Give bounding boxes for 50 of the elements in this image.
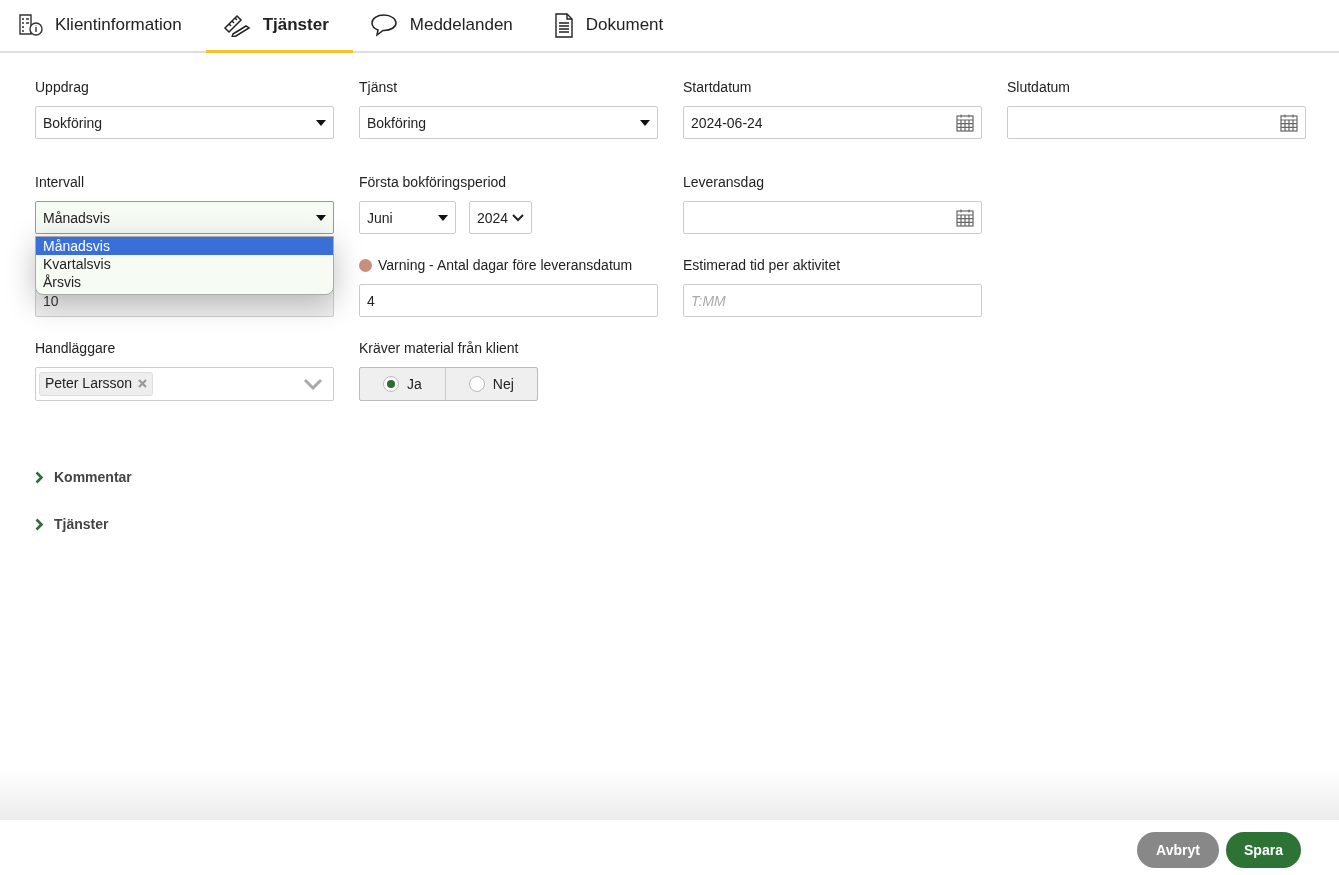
field-label: Estimerad tid per aktivitet [683, 257, 841, 274]
input-field[interactable]: T:MM [683, 284, 982, 317]
info-document-icon [19, 14, 43, 36]
field-label: Startdatum [683, 79, 752, 96]
field-label: Tjänst [359, 79, 398, 96]
radio-option[interactable]: Ja [360, 368, 445, 400]
document-icon [553, 12, 574, 38]
section-toggle[interactable]: Kommentar [35, 469, 132, 485]
field-label: Uppdrag [35, 79, 89, 96]
section-toggle[interactable]: Tjänster [35, 516, 109, 532]
date-field[interactable] [683, 201, 982, 234]
calendar-icon[interactable] [956, 113, 974, 132]
year-select[interactable]: 2024 [469, 201, 532, 234]
chevron-down-icon [303, 378, 323, 390]
tab[interactable]: Klientinformation [2, 0, 206, 53]
calendar-icon[interactable] [1280, 113, 1298, 132]
select-field[interactable]: Bokföring [359, 106, 658, 139]
input-field[interactable]: 4 [359, 284, 658, 317]
date-field[interactable] [1007, 106, 1306, 139]
date-field[interactable]: 2024-06-24 [683, 106, 982, 139]
radio-button[interactable] [468, 376, 485, 392]
caret-down-icon [640, 119, 650, 126]
field-label: Kräver material från klient [359, 340, 519, 357]
tag-chip: Peter Larsson [39, 372, 154, 396]
tab[interactable]: Meddelanden [352, 0, 537, 53]
field-label: Första bokföringsperiod [359, 174, 507, 191]
caret-down-icon [316, 214, 326, 221]
radio-option[interactable]: Nej [444, 368, 537, 400]
multi-select-field[interactable]: Peter Larsson [35, 367, 334, 401]
cancel-button[interactable]: Avbryt [1137, 832, 1219, 868]
caret-down-icon [316, 119, 326, 126]
field-label: Leveransdag [683, 174, 764, 191]
save-button[interactable]: Spara [1226, 832, 1301, 868]
field-label: Intervall [35, 174, 85, 191]
tab[interactable]: Tjänster [205, 0, 353, 53]
dropdown-option[interactable]: Månadsvis [36, 237, 333, 255]
dropdown-option[interactable]: Kvartalsvis [36, 255, 333, 273]
tab[interactable]: Dokument [536, 0, 688, 53]
ruler-pencil-icon [222, 13, 251, 37]
chevron-down-icon [512, 213, 524, 222]
field-label: Handläggare [35, 340, 116, 357]
radio-button[interactable] [382, 376, 399, 392]
month-select[interactable]: Juni [359, 201, 456, 234]
speech-bubble-icon [369, 13, 398, 37]
field-label: Slutdatum [1007, 79, 1071, 96]
field-label: Varning - Antal dagar före leveransdatum [378, 257, 633, 274]
select-field[interactable]: Månadsvis [35, 201, 334, 234]
select-field[interactable]: Bokföring [35, 106, 334, 139]
caret-down-icon [438, 214, 448, 221]
calendar-icon[interactable] [956, 208, 974, 227]
